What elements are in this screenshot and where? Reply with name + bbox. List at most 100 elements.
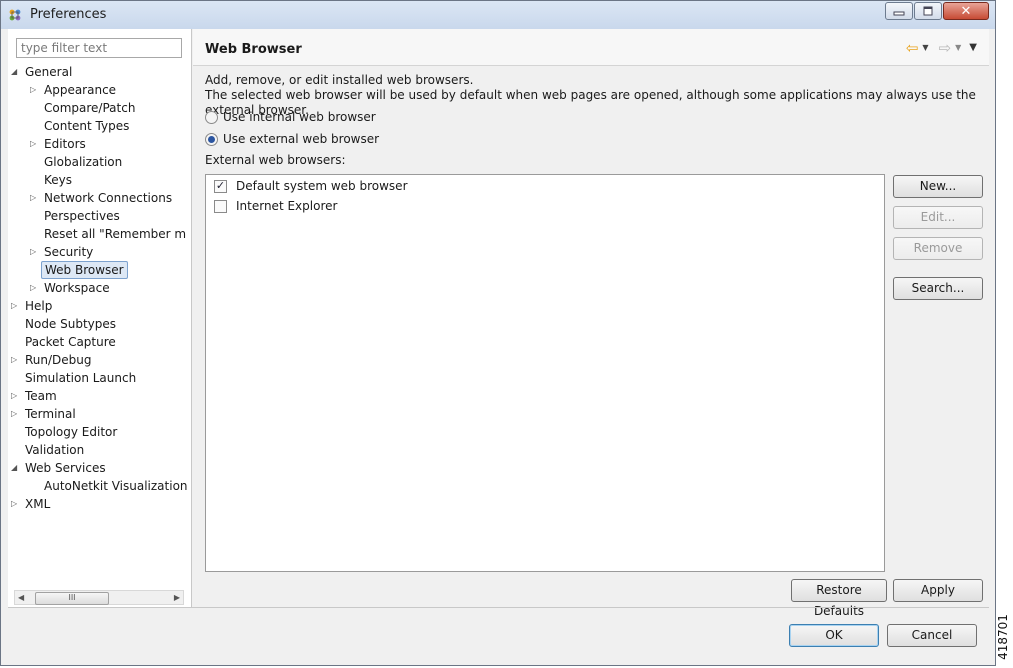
preference-tree[interactable]: ◢ General ▷ Appearance Compare/Patch Content …	[8, 63, 192, 583]
new-button[interactable]: New...	[893, 175, 983, 198]
tree-item[interactable]: Packet Capture	[22, 333, 119, 351]
tree-item[interactable]: ▷ Editors	[30, 135, 89, 153]
radio-button-icon[interactable]	[205, 132, 218, 146]
browser-list-item[interactable]: Internet Explorer	[214, 197, 337, 215]
tree-item-label: Reset all "Remember m	[44, 227, 187, 241]
tree-item-label: Node Subtypes	[25, 317, 117, 331]
tree-item-label: Team	[25, 389, 57, 403]
tree-item-label: Keys	[44, 173, 73, 187]
figure-id-text: 418701	[995, 614, 1010, 660]
tree-item[interactable]: ▷ Help	[11, 297, 55, 315]
tree-item[interactable]: ▷ Terminal	[11, 405, 79, 423]
collapsed-arrow-icon[interactable]: ▷	[11, 297, 21, 315]
close-button[interactable]: ✕	[943, 2, 989, 20]
collapsed-arrow-icon[interactable]: ▷	[11, 495, 21, 513]
restore-defaults-button[interactable]: Restore Defaults	[791, 579, 887, 618]
close-icon: ✕	[960, 3, 972, 19]
page-header: Web Browser ⇦ ▼ ⇨ ▼ ▼	[193, 29, 989, 66]
internal-browser-radio[interactable]: Use internal web browser	[205, 108, 376, 126]
external-browsers-list[interactable]: ✓ Default system web browser Internet Expl…	[205, 174, 885, 572]
tree-item-label: Run/Debug	[25, 353, 92, 367]
tree-item-label: XML	[25, 497, 51, 511]
apply-button[interactable]: Apply	[893, 579, 983, 602]
collapsed-arrow-icon[interactable]: ▷	[30, 189, 40, 207]
tree-item-label: Packet Capture	[25, 335, 116, 349]
collapsed-arrow-icon[interactable]: ▷	[30, 243, 40, 261]
tree-item-label: Web Browser	[41, 261, 128, 279]
horizontal-scrollbar[interactable]: ◀ III ▶	[14, 590, 184, 605]
forward-dropdown-icon[interactable]: ▼	[955, 41, 961, 55]
cancel-button[interactable]: Cancel	[887, 624, 977, 647]
tree-item-label: Globalization	[44, 155, 123, 169]
tree-item[interactable]: AutoNetkit Visualization	[41, 477, 191, 495]
tree-item[interactable]: ▷ Network Connections	[30, 189, 175, 207]
tree-item[interactable]: ▷ Security	[30, 243, 96, 261]
tree-item-label: Editors	[44, 137, 86, 151]
external-browser-label: Use external web browser	[223, 132, 380, 146]
tree-item[interactable]: ◢ Web Services	[11, 459, 109, 477]
tree-item[interactable]: Content Types	[41, 117, 132, 135]
radio-button-icon[interactable]	[205, 110, 218, 124]
minimize-button[interactable]	[885, 2, 913, 20]
tree-item-label: Simulation Launch	[25, 371, 137, 385]
minimize-icon	[893, 11, 905, 16]
tree-item[interactable]: Perspectives	[41, 207, 123, 225]
browser-list-item[interactable]: ✓ Default system web browser	[214, 177, 408, 195]
ok-button[interactable]: OK	[789, 624, 879, 647]
scrollbar-grip: III	[68, 593, 76, 602]
tree-item-label: General	[25, 65, 73, 79]
tree-item[interactable]: Web Browser	[41, 261, 128, 279]
forward-arrow-icon[interactable]: ⇨	[939, 41, 952, 56]
tree-item[interactable]: Keys	[41, 171, 75, 189]
preferences-icon	[9, 9, 21, 21]
scrollbar-thumb[interactable]: III	[35, 592, 109, 605]
browser-name: Default system web browser	[236, 179, 408, 193]
preferences-window: Preferences ✕ ◢ General ▷ Appearance Compare…	[0, 0, 996, 666]
tree-item[interactable]: ◢ General	[11, 63, 75, 81]
scroll-left-icon[interactable]: ◀	[18, 591, 24, 604]
tree-item[interactable]: ▷ Appearance	[30, 81, 119, 99]
expanded-arrow-icon[interactable]: ◢	[11, 63, 21, 81]
tree-item-label: Topology Editor	[25, 425, 118, 439]
edit-button[interactable]: Edit...	[893, 206, 983, 229]
external-browser-radio[interactable]: Use external web browser	[205, 130, 379, 148]
preference-tree-pane: ◢ General ▷ Appearance Compare/Patch Content …	[8, 29, 192, 607]
tree-item[interactable]: Simulation Launch	[22, 369, 139, 387]
tree-item[interactable]: Compare/Patch	[41, 99, 138, 117]
checkbox[interactable]	[214, 199, 227, 213]
back-arrow-icon[interactable]: ⇦	[906, 41, 919, 56]
tree-item[interactable]: ▷ Team	[11, 387, 60, 405]
tree-item[interactable]: Reset all "Remember m	[41, 225, 189, 243]
expanded-arrow-icon[interactable]: ◢	[11, 459, 21, 477]
scroll-right-icon[interactable]: ▶	[174, 591, 180, 604]
tree-item[interactable]: Topology Editor	[22, 423, 120, 441]
tree-item-label: Appearance	[44, 83, 117, 97]
dialog-body: ◢ General ▷ Appearance Compare/Patch Content …	[8, 29, 989, 661]
tree-item[interactable]: ▷ Workspace	[30, 279, 113, 297]
title-bar[interactable]: Preferences ✕	[1, 1, 995, 29]
tree-item[interactable]: Node Subtypes	[22, 315, 119, 333]
preference-page: Web Browser ⇦ ▼ ⇨ ▼ ▼ Add, remove, or ed…	[193, 29, 989, 618]
collapsed-arrow-icon[interactable]: ▷	[11, 351, 21, 369]
collapsed-arrow-icon[interactable]: ▷	[11, 405, 21, 423]
tree-item[interactable]: ▷ XML	[11, 495, 53, 513]
tree-item[interactable]: Validation	[22, 441, 87, 459]
tree-item[interactable]: Globalization	[41, 153, 125, 171]
search-button[interactable]: Search...	[893, 277, 983, 300]
filter-input[interactable]	[16, 38, 182, 58]
collapsed-arrow-icon[interactable]: ▷	[30, 81, 40, 99]
checkbox[interactable]: ✓	[214, 179, 227, 193]
collapsed-arrow-icon[interactable]: ▷	[30, 135, 40, 153]
view-menu-icon[interactable]: ▼	[969, 41, 977, 55]
tree-item-label: Security	[44, 245, 94, 259]
collapsed-arrow-icon[interactable]: ▷	[30, 279, 40, 297]
back-dropdown-icon[interactable]: ▼	[922, 41, 928, 55]
tree-item-label: Terminal	[25, 407, 76, 421]
tree-item-label: Perspectives	[44, 209, 120, 223]
dialog-separator	[8, 607, 989, 608]
remove-button[interactable]: Remove	[893, 237, 983, 260]
maximize-button[interactable]	[914, 2, 942, 20]
collapsed-arrow-icon[interactable]: ▷	[11, 387, 21, 405]
tree-item-label: Content Types	[44, 119, 130, 133]
tree-item[interactable]: ▷ Run/Debug	[11, 351, 95, 369]
